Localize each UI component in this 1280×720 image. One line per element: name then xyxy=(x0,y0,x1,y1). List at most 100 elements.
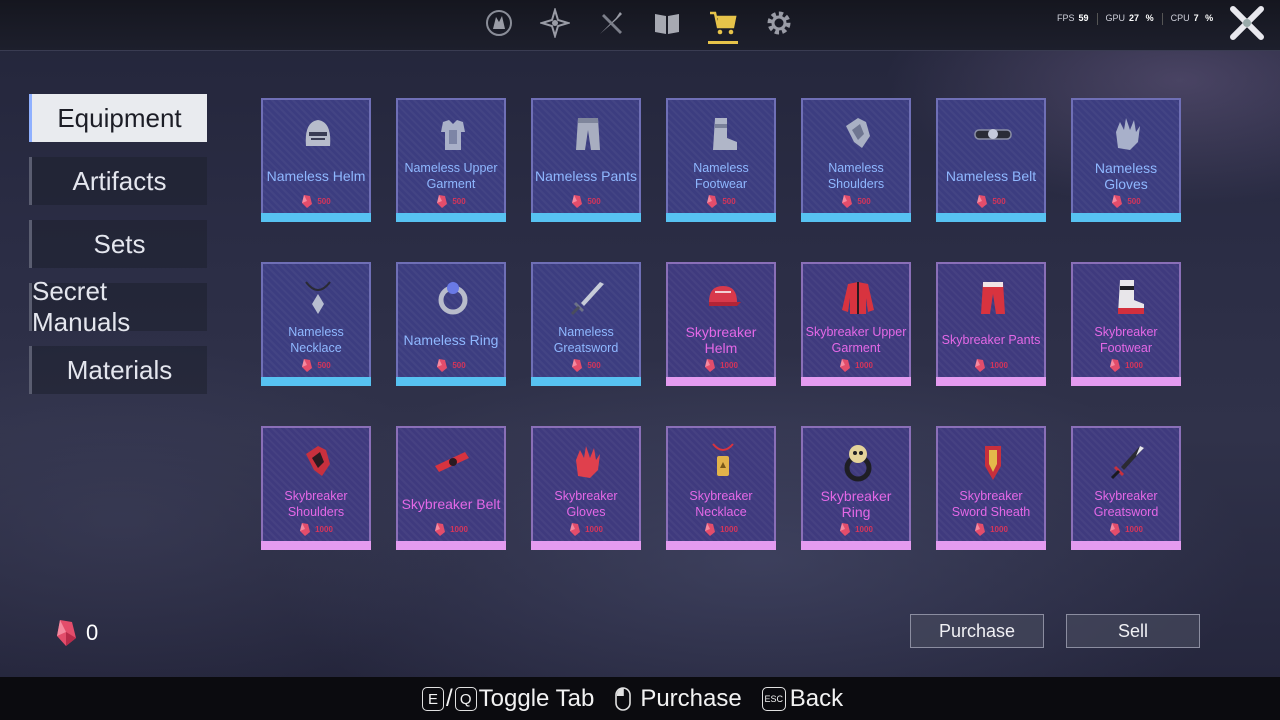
item-price: 1000 xyxy=(803,358,909,373)
tab-secret-manuals[interactable]: Secret Manuals xyxy=(29,276,207,337)
item-name: Nameless Helm xyxy=(266,168,366,184)
close-icon[interactable] xyxy=(1228,4,1266,42)
tab-materials[interactable]: Materials xyxy=(29,346,207,394)
currency-display: 0 xyxy=(54,618,98,648)
gem-icon xyxy=(302,359,313,372)
tier-bar xyxy=(1071,377,1181,386)
item-price: 1000 xyxy=(668,522,774,537)
item-price: 1000 xyxy=(938,358,1044,373)
gear-icon[interactable] xyxy=(762,4,796,42)
item-price: 500 xyxy=(398,194,504,209)
character-icon[interactable] xyxy=(482,4,516,42)
item-card[interactable]: Nameless Necklace 500 xyxy=(261,262,371,386)
item-name: Skybreaker Necklace xyxy=(689,489,753,519)
tier-bar xyxy=(531,541,641,550)
item-price-value: 1000 xyxy=(720,361,738,370)
toggle-tab-label: Toggle Tab xyxy=(478,685,595,712)
tab-equipment[interactable]: Equipment xyxy=(29,94,207,142)
tier-bar xyxy=(936,213,1046,222)
gem-icon xyxy=(707,195,718,208)
item-card[interactable]: Nameless Greatsword 500 xyxy=(531,262,641,386)
gem-icon xyxy=(842,195,853,208)
item-price-value: 500 xyxy=(452,197,466,206)
gem-icon xyxy=(437,359,448,372)
item-name: Skybreaker Ring xyxy=(820,488,892,520)
belt-icon xyxy=(435,452,469,472)
item-price: 1000 xyxy=(668,358,774,373)
slash-text: / xyxy=(446,685,453,712)
tier-bar xyxy=(396,377,506,386)
item-card[interactable]: Nameless Pants 500 xyxy=(531,98,641,222)
item-name: Skybreaker Gloves xyxy=(554,489,618,519)
tier-bar xyxy=(531,213,641,222)
item-card[interactable]: Nameless Helm 500 xyxy=(261,98,371,222)
item-price-value: 500 xyxy=(317,197,331,206)
sword-icon xyxy=(570,282,604,316)
item-price: 500 xyxy=(398,358,504,373)
item-grid: Nameless Helm 500 Nameless Upper Garment 50… xyxy=(261,98,1181,550)
tier-bar xyxy=(936,377,1046,386)
item-price-value: 500 xyxy=(587,361,601,370)
sheath-icon xyxy=(985,446,1001,480)
tab-sets[interactable]: Sets xyxy=(29,220,207,268)
item-price: 500 xyxy=(533,194,639,209)
key-e-hint: E xyxy=(422,687,444,711)
gem-icon xyxy=(975,523,986,536)
item-price-value: 500 xyxy=(722,197,736,206)
gem-icon xyxy=(975,359,986,372)
item-card[interactable]: Skybreaker Greatsword 1000 xyxy=(1071,426,1181,550)
item-price-value: 1000 xyxy=(585,525,603,534)
sell-button[interactable]: Sell xyxy=(1066,614,1200,648)
item-card[interactable]: Skybreaker Gloves 1000 xyxy=(531,426,641,550)
tier-bar xyxy=(396,213,506,222)
item-card[interactable]: Skybreaker Sword Sheath 1000 xyxy=(936,426,1046,550)
item-name: Nameless Belt xyxy=(945,168,1037,184)
item-price-value: 1000 xyxy=(1125,361,1143,370)
item-price-value: 1000 xyxy=(1125,525,1143,534)
item-card[interactable]: Skybreaker Upper Garment 1000 xyxy=(801,262,911,386)
item-card[interactable]: Nameless Shoulders 500 xyxy=(801,98,911,222)
item-card[interactable]: Nameless Ring 500 xyxy=(396,262,506,386)
tier-bar xyxy=(261,213,371,222)
item-price: 500 xyxy=(1073,194,1179,209)
item-price: 500 xyxy=(263,358,369,373)
gem-icon xyxy=(1112,195,1123,208)
item-card[interactable]: Skybreaker Helm 1000 xyxy=(666,262,776,386)
tag-necklace-icon xyxy=(712,443,734,476)
cap-icon xyxy=(709,286,741,306)
compass-icon[interactable] xyxy=(538,4,572,42)
pants-icon xyxy=(981,282,1005,314)
item-price-value: 1000 xyxy=(315,525,333,534)
item-name: Nameless Upper Garment xyxy=(404,161,498,191)
item-card[interactable]: Skybreaker Pants 1000 xyxy=(936,262,1046,386)
item-card[interactable]: Skybreaker Shoulders 1000 xyxy=(261,426,371,550)
belt-icon xyxy=(974,129,1012,140)
item-card[interactable]: Skybreaker Footwear 1000 xyxy=(1071,262,1181,386)
purchase-button[interactable]: Purchase xyxy=(910,614,1044,648)
item-name: Nameless Ring xyxy=(403,332,499,348)
item-card[interactable]: Skybreaker Necklace 1000 xyxy=(666,426,776,550)
book-icon[interactable] xyxy=(650,4,684,42)
item-name: Nameless Shoulders xyxy=(827,161,885,191)
item-card[interactable]: Nameless Footwear 500 xyxy=(666,98,776,222)
item-card[interactable]: Nameless Belt 500 xyxy=(936,98,1046,222)
item-card[interactable]: Nameless Gloves 500 xyxy=(1071,98,1181,222)
shop-cart-icon[interactable] xyxy=(706,4,740,44)
item-price: 1000 xyxy=(803,522,909,537)
item-card[interactable]: Nameless Upper Garment 500 xyxy=(396,98,506,222)
tier-bar xyxy=(531,377,641,386)
item-price: 1000 xyxy=(263,522,369,537)
jacket-icon xyxy=(842,282,874,314)
item-name: Skybreaker Upper Garment xyxy=(805,325,907,355)
weapon-icon[interactable] xyxy=(594,4,628,42)
necklace-icon xyxy=(305,281,331,314)
back-hint-label: Back xyxy=(789,685,844,712)
sword-icon xyxy=(1110,446,1144,480)
key-q-hint: Q xyxy=(454,687,477,711)
skull-ring-icon xyxy=(844,445,872,482)
item-card[interactable]: Skybreaker Belt 1000 xyxy=(396,426,506,550)
item-card[interactable]: Skybreaker Ring 1000 xyxy=(801,426,911,550)
mouse-icon xyxy=(614,686,632,712)
tab-artifacts[interactable]: Artifacts xyxy=(29,157,207,205)
tier-bar xyxy=(261,541,371,550)
